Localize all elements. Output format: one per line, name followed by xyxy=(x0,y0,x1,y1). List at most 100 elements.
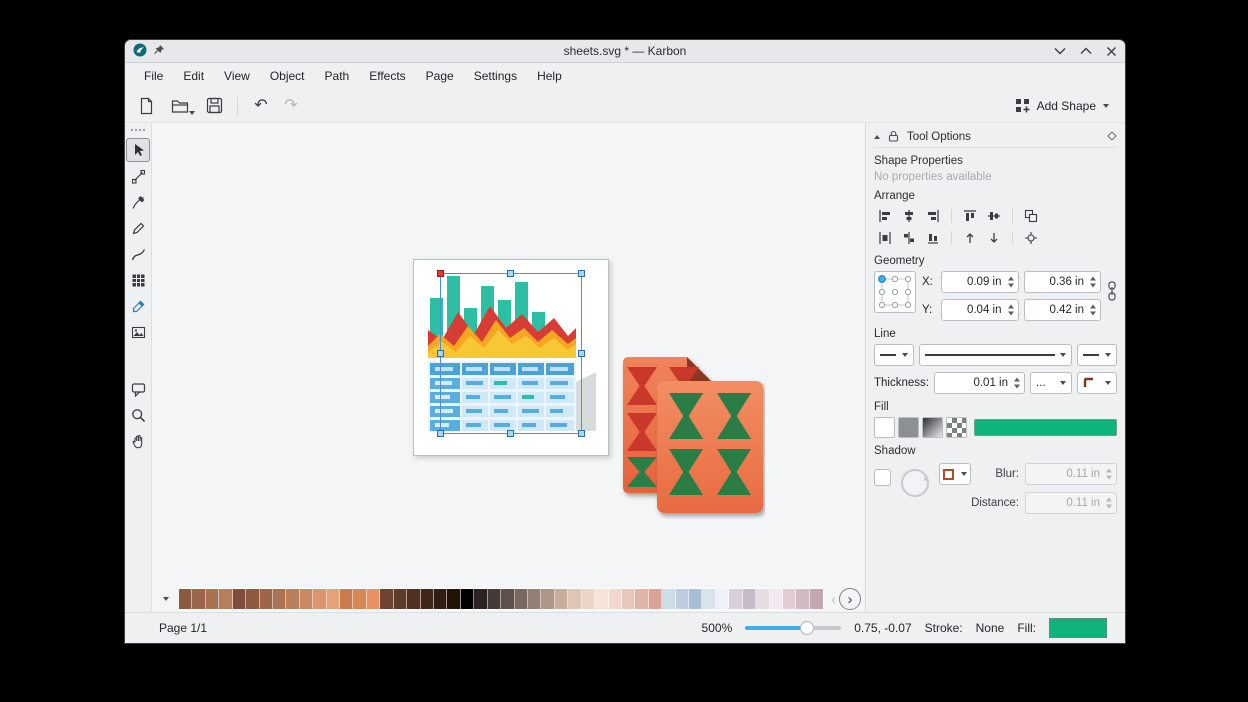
sheets-document-shape[interactable] xyxy=(615,357,765,519)
palette-swatch[interactable] xyxy=(689,589,702,609)
palette-swatch[interactable] xyxy=(179,589,192,609)
zoom-tool[interactable] xyxy=(126,403,150,427)
distribute-right-button[interactable] xyxy=(922,228,944,248)
shadow-enable-checkbox[interactable] xyxy=(874,469,891,486)
menu-item-path[interactable]: Path xyxy=(316,66,359,86)
palette-swatch[interactable] xyxy=(568,589,581,609)
group-shapes-button[interactable] xyxy=(1020,206,1042,226)
menu-item-edit[interactable]: Edit xyxy=(174,66,213,86)
transform-button[interactable] xyxy=(1020,228,1042,248)
shadow-blur-spinbox[interactable]: 0.11 in xyxy=(1025,463,1117,485)
select-tool[interactable] xyxy=(126,138,150,162)
palette-swatch[interactable] xyxy=(609,589,622,609)
lock-icon[interactable] xyxy=(888,130,899,145)
save-button[interactable] xyxy=(201,93,227,119)
palette-swatch[interactable] xyxy=(380,589,393,609)
palette-swatch[interactable] xyxy=(353,589,366,609)
palette-swatch[interactable] xyxy=(796,589,809,609)
zoom-slider[interactable] xyxy=(745,621,841,635)
align-center-horizontal-button[interactable] xyxy=(898,206,920,226)
palette-swatch[interactable] xyxy=(246,589,259,609)
palette-scroll-left-button[interactable]: ‹ xyxy=(831,592,836,607)
palette-swatch[interactable] xyxy=(192,589,205,609)
palette-swatch[interactable] xyxy=(219,589,232,609)
aspect-ratio-lock-button[interactable] xyxy=(1107,281,1117,301)
palette-swatch[interactable] xyxy=(501,589,514,609)
palette-swatch[interactable] xyxy=(622,589,635,609)
shadow-angle-dial[interactable] xyxy=(899,467,931,502)
x-position-spinbox[interactable]: 0.09 in xyxy=(941,271,1019,293)
palette-swatch[interactable] xyxy=(474,589,487,609)
titlebar[interactable]: sheets.svg * — Karbon xyxy=(125,40,1125,63)
position-anchor-widget[interactable] xyxy=(874,271,916,313)
callout-tool[interactable] xyxy=(126,377,150,401)
palette-swatch[interactable] xyxy=(555,589,568,609)
open-document-button[interactable] xyxy=(163,93,197,119)
close-button[interactable] xyxy=(1106,46,1117,57)
add-shape-button[interactable]: Add Shape xyxy=(1007,94,1117,117)
menu-item-object[interactable]: Object xyxy=(261,66,314,86)
align-top-button[interactable] xyxy=(959,206,981,226)
raise-shape-button[interactable] xyxy=(959,228,981,248)
palette-swatch[interactable] xyxy=(541,589,554,609)
palette-swatch[interactable] xyxy=(340,589,353,609)
palette-swatch[interactable] xyxy=(582,589,595,609)
menu-item-file[interactable]: File xyxy=(135,66,172,86)
fill-color-swatch[interactable] xyxy=(1049,618,1107,638)
palette-swatch[interactable] xyxy=(716,589,729,609)
palette-swatch[interactable] xyxy=(300,589,313,609)
line-start-marker-combo[interactable] xyxy=(874,344,914,366)
calligraphy-tool[interactable] xyxy=(126,190,150,214)
selection-handle-top-left[interactable] xyxy=(437,270,444,277)
palette-swatch[interactable] xyxy=(635,589,648,609)
menu-item-help[interactable]: Help xyxy=(528,66,571,86)
palette-scroll-right-button[interactable]: › xyxy=(839,588,861,610)
palette-swatch[interactable] xyxy=(702,589,715,609)
palette-swatch[interactable] xyxy=(676,589,689,609)
height-spinbox[interactable]: 0.42 in xyxy=(1024,299,1102,321)
distribute-left-button[interactable] xyxy=(874,228,896,248)
y-position-spinbox[interactable]: 0.04 in xyxy=(941,299,1019,321)
line-style-combo[interactable] xyxy=(919,344,1072,366)
pen-tool[interactable] xyxy=(126,216,150,240)
palette-options-button[interactable] xyxy=(156,589,176,609)
palette-swatch[interactable] xyxy=(233,589,246,609)
palette-swatch[interactable] xyxy=(595,589,608,609)
pan-tool[interactable] xyxy=(126,429,150,453)
palette-swatch[interactable] xyxy=(407,589,420,609)
palette-swatch[interactable] xyxy=(367,589,380,609)
toolbox-grip[interactable] xyxy=(131,129,145,131)
palette-swatch[interactable] xyxy=(461,589,474,609)
palette-swatch[interactable] xyxy=(810,589,823,609)
palette-swatch[interactable] xyxy=(756,589,769,609)
palette-swatch[interactable] xyxy=(421,589,434,609)
fill-gradient-button[interactable] xyxy=(922,417,943,438)
palette-swatch[interactable] xyxy=(447,589,460,609)
align-middle-vertical-button[interactable] xyxy=(983,206,1005,226)
zoom-slider-knob[interactable] xyxy=(800,621,814,635)
palette-swatch[interactable] xyxy=(313,589,326,609)
selection-handle-bottom-left[interactable] xyxy=(437,430,444,437)
selection-handle-top-right[interactable] xyxy=(578,270,585,277)
palette-swatch[interactable] xyxy=(783,589,796,609)
width-spinbox[interactable]: 0.36 in xyxy=(1024,271,1102,293)
palette-swatch[interactable] xyxy=(649,589,662,609)
minimize-button[interactable] xyxy=(1054,47,1066,55)
fill-none-button[interactable] xyxy=(874,417,895,438)
undo-button[interactable]: ↶ xyxy=(248,93,274,119)
menu-item-settings[interactable]: Settings xyxy=(465,66,526,86)
selection-handle-bottom-right[interactable] xyxy=(578,430,585,437)
align-left-button[interactable] xyxy=(874,206,896,226)
fill-color-bar[interactable] xyxy=(974,419,1117,436)
line-join-combo[interactable] xyxy=(1077,372,1117,394)
dash-pattern-combo[interactable]: ... xyxy=(1030,372,1072,394)
selection-handle-middle-right[interactable] xyxy=(578,350,585,357)
new-document-button[interactable] xyxy=(133,93,159,119)
edit-shapes-tool[interactable] xyxy=(126,164,150,188)
shadow-color-combo[interactable] xyxy=(939,463,971,485)
align-right-button[interactable] xyxy=(922,206,944,226)
menu-item-page[interactable]: Page xyxy=(417,66,463,86)
gradient-edit-tool[interactable] xyxy=(126,320,150,344)
canvas[interactable]: ‹ › xyxy=(152,123,865,612)
palette-swatch[interactable] xyxy=(488,589,501,609)
